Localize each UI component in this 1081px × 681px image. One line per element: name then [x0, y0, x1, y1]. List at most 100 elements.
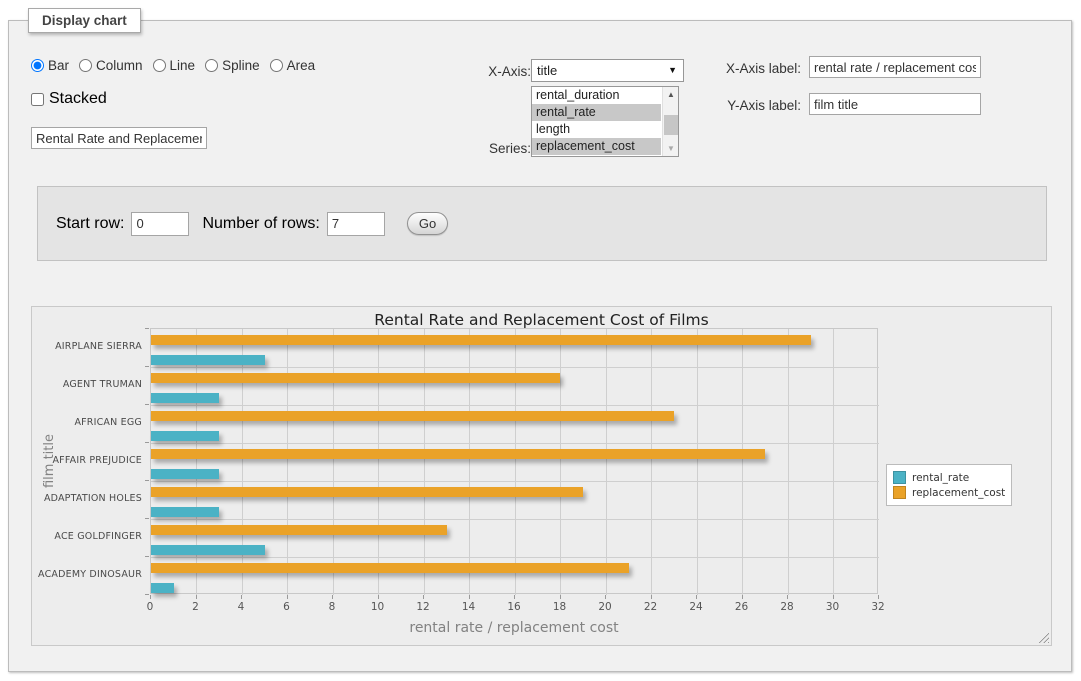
chart: Rental Rate and Replacement Cost of Film…	[31, 306, 1052, 646]
x-tick-mark	[332, 595, 333, 599]
chart-title: Rental Rate and Replacement Cost of Film…	[32, 311, 1051, 329]
x-tick-label: 20	[598, 601, 611, 613]
chart-type-radio-spline[interactable]	[205, 59, 218, 72]
x-tick-mark	[196, 595, 197, 599]
start-row-input[interactable]	[131, 212, 189, 236]
y-tick-mark	[145, 556, 149, 557]
x-tick-label: 12	[416, 601, 429, 613]
y-axis-title: film title	[42, 328, 57, 594]
x-tick-mark	[878, 595, 879, 599]
chart-type-radio-line[interactable]	[153, 59, 166, 72]
chart-type-line[interactable]: Line	[153, 58, 196, 73]
series-scrollbar[interactable]: ▲ ▼	[662, 87, 678, 156]
chart-type-radio-area[interactable]	[270, 59, 283, 72]
x-tick-mark	[787, 595, 788, 599]
y-tick-mark	[145, 518, 149, 519]
x-tick-label: 30	[826, 601, 839, 613]
gridline-h	[151, 519, 879, 520]
bar-rental_rate	[151, 583, 174, 593]
gridline-v	[424, 329, 425, 595]
bar-replacement_cost	[151, 487, 583, 497]
series-caption: Series:	[431, 141, 531, 156]
bar-rental_rate	[151, 507, 219, 517]
y-tick-mark	[145, 366, 149, 367]
x-tick-mark	[378, 595, 379, 599]
x-axis-select[interactable]: title ▼	[531, 59, 684, 82]
gridline-v	[651, 329, 652, 595]
start-row-label: Start row:	[56, 215, 124, 233]
gridline-h	[151, 557, 879, 558]
stacked-option[interactable]: Stacked	[31, 90, 107, 108]
chevron-down-icon: ▼	[668, 65, 677, 75]
series-option-replacement_cost[interactable]: replacement_cost	[532, 138, 661, 155]
fieldset-legend: Display chart	[28, 8, 141, 33]
series-option-rental_duration[interactable]: rental_duration	[532, 87, 661, 104]
gridline-h	[151, 367, 879, 368]
bar-rental_rate	[151, 469, 219, 479]
display-chart-fieldset: BarColumnLineSplineArea Stacked X-Axis: …	[8, 20, 1072, 672]
gridline-v	[560, 329, 561, 595]
scrollbar-thumb[interactable]	[664, 115, 678, 135]
chart-title-input[interactable]	[31, 127, 207, 149]
page: Display chart Bar Column Line Spline Area St…	[0, 0, 1081, 681]
go-button[interactable]: Go	[407, 212, 448, 235]
x-tick-mark	[696, 595, 697, 599]
chart-type-spline[interactable]: Spline	[205, 58, 260, 73]
legend-item-replacement_cost: replacement_cost	[893, 486, 1005, 499]
chart-type-radio-column[interactable]	[79, 59, 92, 72]
x-tick-mark	[287, 595, 288, 599]
chart-type-label-column: Column	[96, 58, 143, 73]
bar-replacement_cost	[151, 373, 560, 383]
scroll-up-icon[interactable]: ▲	[663, 87, 679, 102]
x-tick-label: 16	[507, 601, 520, 613]
gridline-h	[151, 481, 879, 482]
gridline-v	[833, 329, 834, 595]
rows-panel: Start row: Number of rows: Go	[37, 186, 1047, 261]
chart-type-label-line: Line	[170, 58, 196, 73]
x-tick-mark	[833, 595, 834, 599]
gridline-v	[469, 329, 470, 595]
legend-label: replacement_cost	[912, 487, 1005, 499]
gridline-h	[151, 405, 879, 406]
x-tick-mark	[423, 595, 424, 599]
gridline-v	[515, 329, 516, 595]
x-tick-label: 24	[689, 601, 702, 613]
y-axis-label-input[interactable]	[809, 93, 981, 115]
chart-type-column[interactable]: Column	[79, 58, 143, 73]
resize-handle-icon[interactable]	[1038, 632, 1049, 643]
x-axis-title: rental rate / replacement cost	[150, 620, 878, 636]
bar-replacement_cost	[151, 411, 674, 421]
x-tick-mark	[605, 595, 606, 599]
chart-type-label-spline: Spline	[222, 58, 260, 73]
x-axis-label-input[interactable]	[809, 56, 981, 78]
x-tick-label: 26	[735, 601, 748, 613]
scroll-down-icon[interactable]: ▼	[663, 141, 679, 156]
chart-type-group: Bar Column Line Spline Area	[31, 58, 315, 73]
series-option-rental_rate[interactable]: rental_rate	[532, 104, 661, 121]
y-tick-mark	[145, 404, 149, 405]
x-axis-caption: X-Axis:	[431, 64, 531, 79]
x-tick-label: 10	[371, 601, 384, 613]
bar-rental_rate	[151, 545, 265, 555]
chart-type-bar[interactable]: Bar	[31, 58, 69, 73]
x-tick-label: 14	[462, 601, 475, 613]
gridline-v	[378, 329, 379, 595]
stacked-checkbox[interactable]	[31, 93, 44, 106]
x-axis-selected-value: title	[537, 63, 557, 78]
x-tick-label: 18	[553, 601, 566, 613]
y-tick-mark	[145, 328, 149, 329]
chart-type-label-bar: Bar	[48, 58, 69, 73]
gridline-v	[788, 329, 789, 595]
chart-type-label-area: Area	[287, 58, 316, 73]
x-tick-mark	[241, 595, 242, 599]
x-tick-label: 8	[329, 601, 336, 613]
series-listbox[interactable]: rental_durationrental_ratelengthreplacem…	[531, 86, 679, 157]
chart-type-radio-bar[interactable]	[31, 59, 44, 72]
series-option-length[interactable]: length	[532, 121, 661, 138]
bar-rental_rate	[151, 355, 265, 365]
gridline-v	[196, 329, 197, 595]
chart-type-area[interactable]: Area	[270, 58, 316, 73]
num-rows-input[interactable]	[327, 212, 385, 236]
x-tick-mark	[651, 595, 652, 599]
y-axis-label-caption: Y-Axis label:	[701, 98, 801, 113]
